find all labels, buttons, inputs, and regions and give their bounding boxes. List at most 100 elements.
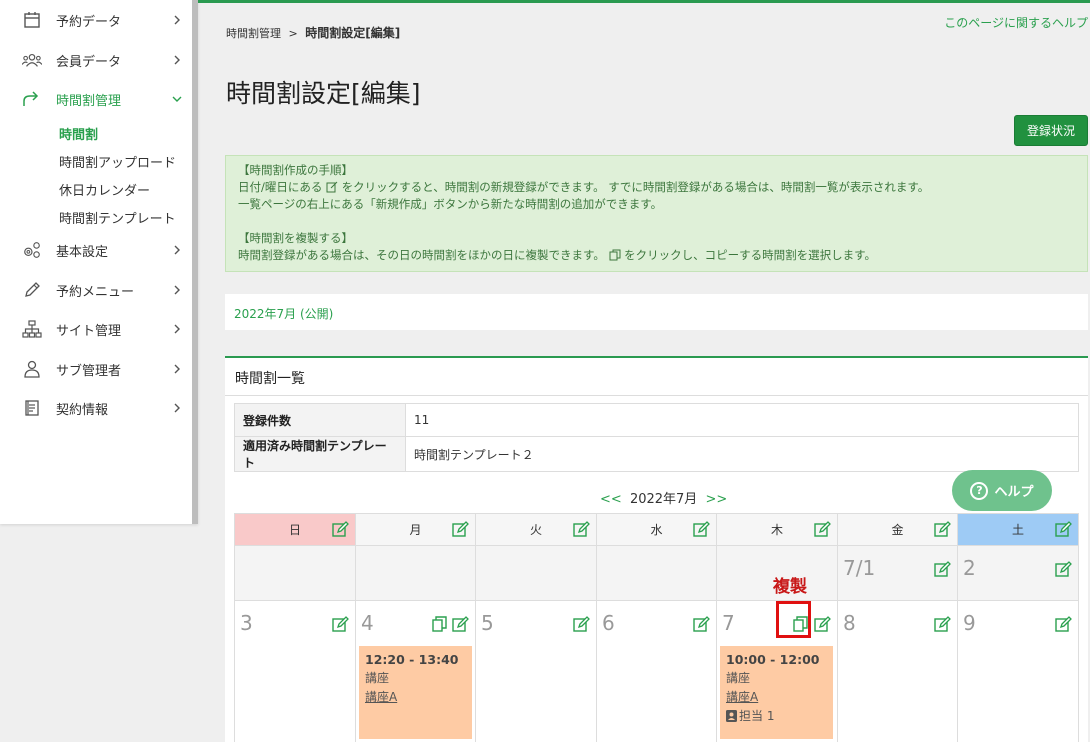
copy-icon xyxy=(609,249,621,261)
edit-icon[interactable] xyxy=(1055,521,1072,538)
registration-status-button[interactable]: 登録状況 xyxy=(1014,115,1088,146)
copy-instructions-heading: 【時間割を複製する】 xyxy=(238,231,353,245)
copy-icon[interactable] xyxy=(432,616,447,632)
event-name-link[interactable]: 講座A xyxy=(365,688,466,707)
calendar-day: 5 xyxy=(475,600,597,742)
sidebar-item-reservation-data[interactable]: 予約データ xyxy=(0,5,192,35)
weekday-label: 土 xyxy=(1011,523,1024,537)
edit-icon[interactable] xyxy=(1055,561,1072,578)
edit-icon[interactable] xyxy=(934,561,951,578)
edit-icon[interactable] xyxy=(814,616,831,633)
day-number: 4 xyxy=(361,611,374,635)
weekday-header-wed: 水 xyxy=(596,513,717,546)
chevron-down-icon xyxy=(172,96,182,102)
sidebar-item-reservation-menu[interactable]: 予約メニュー xyxy=(0,275,192,305)
day-number: 7 xyxy=(722,611,735,635)
sidebar-item-timetable-management[interactable]: 時間割管理 xyxy=(0,84,192,114)
timetable-event[interactable]: 12:20 - 13:40 講座 講座A xyxy=(359,646,472,739)
day-number: 5 xyxy=(481,611,494,635)
user-icon xyxy=(22,359,42,379)
sidebar-item-site-management[interactable]: サイト管理 xyxy=(0,314,192,344)
instructions-heading: 【時間割作成の手順】 xyxy=(238,163,353,177)
event-type: 講座 xyxy=(365,671,390,685)
calendar-day: 3 xyxy=(234,600,356,742)
document-icon xyxy=(22,398,42,418)
event-staff-label: 担当 1 xyxy=(739,709,775,723)
sidebar-subitem-timetable[interactable]: 時間割 xyxy=(59,124,98,143)
calendar-day-empty xyxy=(355,545,476,601)
edit-icon[interactable] xyxy=(693,521,710,538)
day-number: 2 xyxy=(963,556,976,580)
edit-icon[interactable] xyxy=(693,616,710,633)
edit-icon[interactable] xyxy=(814,521,831,538)
sidebar-item-label: サイト管理 xyxy=(56,323,122,339)
table-value: 11 xyxy=(405,403,1079,437)
chevron-right-icon xyxy=(174,245,180,255)
instructions-box: 【時間割作成の手順】 日付/曜日にある をクリックすると、時間割の新規登録ができ… xyxy=(225,155,1088,272)
calendar-day-empty xyxy=(234,545,356,601)
edit-icon xyxy=(326,181,338,193)
edit-icon[interactable] xyxy=(573,616,590,633)
instructions-text-part: 日付/曜日にある xyxy=(238,180,323,194)
gears-icon xyxy=(22,240,42,260)
sidebar-item-member-data[interactable]: 会員データ xyxy=(0,45,192,75)
sidebar-item-label: 契約情報 xyxy=(56,402,109,418)
sidebar-subitem-timetable-template[interactable]: 時間割テンプレート xyxy=(59,208,176,227)
day-number: 8 xyxy=(843,611,856,635)
sidebar-subitem-timetable-upload[interactable]: 時間割アップロード xyxy=(59,152,176,171)
page-help-link[interactable]: このページに関するヘルプ xyxy=(944,14,1088,31)
prev-month-link[interactable]: << xyxy=(600,492,622,507)
edit-icon[interactable] xyxy=(452,521,469,538)
edit-icon[interactable] xyxy=(1055,616,1072,633)
calendar-day-empty xyxy=(596,545,717,601)
table-value: 時間割テンプレート２ xyxy=(405,436,1079,472)
timetable-event[interactable]: 10:00 - 12:00 講座 講座A 担当 1 xyxy=(720,646,833,739)
sidebar-item-sub-admin[interactable]: サブ管理者 xyxy=(0,354,192,384)
event-time: 10:00 - 12:00 xyxy=(726,652,820,667)
weekday-label: 水 xyxy=(650,523,663,537)
edit-icon[interactable] xyxy=(332,521,349,538)
calendar-icon xyxy=(22,10,42,30)
breadcrumb-current: 時間割設定[編集] xyxy=(305,26,401,40)
edit-icon[interactable] xyxy=(332,616,349,633)
sidebar-item-label: 基本設定 xyxy=(56,244,109,260)
instructions-text-part: をクリックすると、時間割の新規登録ができます。 すでに時間割登録がある場合は、時… xyxy=(341,180,930,194)
pencil-icon xyxy=(22,280,42,300)
table-key: 適用済み時間割テンプレート xyxy=(234,436,406,472)
edit-icon[interactable] xyxy=(573,521,590,538)
sidebar-subitem-holiday-calendar[interactable]: 休日カレンダー xyxy=(59,180,150,199)
edit-icon[interactable] xyxy=(452,616,469,633)
page-title: 時間割設定[編集] xyxy=(226,79,421,108)
month-status-link[interactable]: 2022年7月 (公開) xyxy=(234,305,333,322)
sidebar-item-label: 会員データ xyxy=(56,54,122,70)
edit-icon[interactable] xyxy=(934,616,951,633)
sitemap-icon xyxy=(22,319,42,339)
timetable-calendar: 日 月 火 水 木 金 土 7/1 2 3 4 12:20 - 13:40 講座… xyxy=(234,513,1079,742)
calendar-day: 7/1 xyxy=(837,545,958,601)
top-accent-bar xyxy=(198,0,1090,3)
chevron-right-icon xyxy=(174,324,180,334)
event-time: 12:20 - 13:40 xyxy=(365,652,459,667)
sidebar-item-label: 予約メニュー xyxy=(56,284,135,300)
table-row: 適用済み時間割テンプレート 時間割テンプレート２ xyxy=(234,436,1079,472)
event-name-link[interactable]: 講座A xyxy=(726,688,827,707)
breadcrumb: 時間割管理 > 時間割設定[編集] xyxy=(226,24,400,41)
weekday-label: 月 xyxy=(409,523,422,537)
weekday-header-thu: 木 xyxy=(716,513,838,546)
copy-instructions-part: をクリックし、コピーする時間割を選択します。 xyxy=(624,248,877,262)
sidebar-item-contract-info[interactable]: 契約情報 xyxy=(0,393,192,423)
event-type: 講座 xyxy=(726,671,751,685)
calendar-day-empty xyxy=(475,545,597,601)
instructions-text: 一覧ページの右上にある「新規作成」ボタンから新たな時間割の追加ができます。 xyxy=(238,197,663,211)
chevron-right-icon xyxy=(174,403,180,413)
event-staff: 担当 1 xyxy=(726,707,827,726)
breadcrumb-parent[interactable]: 時間割管理 xyxy=(226,27,281,40)
day-number: 7/1 xyxy=(843,556,876,580)
help-button[interactable]: ? ヘルプ xyxy=(952,470,1052,511)
next-month-link[interactable]: >> xyxy=(705,492,727,507)
copy-instructions-text: 時間割登録がある場合は、その日の時間割をほかの日に複製できます。 をクリックし、… xyxy=(238,247,1075,264)
edit-icon[interactable] xyxy=(934,521,951,538)
question-icon: ? xyxy=(970,481,989,500)
weekday-header-sat: 土 xyxy=(957,513,1079,546)
sidebar-item-basic-settings[interactable]: 基本設定 xyxy=(0,235,192,265)
